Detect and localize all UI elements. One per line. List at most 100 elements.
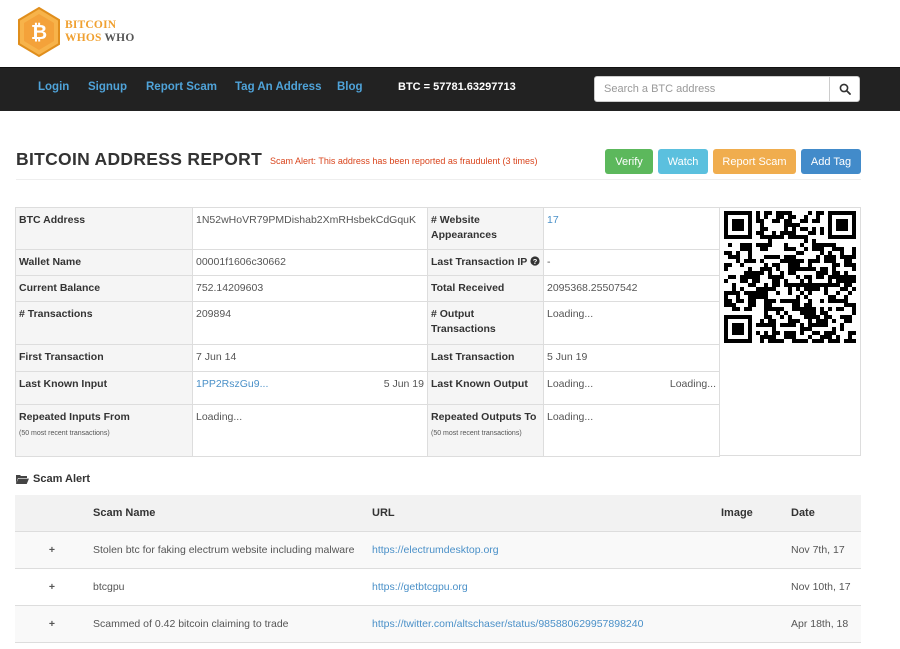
col-date: Date — [787, 495, 861, 531]
qr-module — [852, 279, 856, 283]
qr-module — [808, 279, 812, 283]
qr-module — [804, 327, 808, 331]
qr-module — [776, 275, 780, 279]
nav-tag-address[interactable]: Tag An Address — [235, 81, 321, 93]
qr-module — [748, 275, 752, 279]
qr-module — [788, 283, 792, 287]
qr-module — [808, 275, 812, 279]
qr-module — [764, 331, 768, 335]
qr-module — [808, 283, 812, 287]
qr-module — [812, 267, 816, 271]
qr-module — [796, 275, 800, 279]
qr-module — [724, 219, 728, 223]
qr-module — [828, 243, 832, 247]
last-known-input-link[interactable]: 1PP2RszGu9... — [196, 377, 268, 392]
scam-image — [717, 530, 787, 568]
repeated-inputs-title: Repeated Inputs From — [19, 411, 130, 423]
qr-module — [800, 267, 804, 271]
qr-module — [752, 291, 756, 295]
verify-button[interactable]: Verify — [605, 149, 653, 174]
last-tx-ip-value: - — [543, 249, 720, 276]
qr-module — [824, 287, 828, 291]
expand-row-button[interactable]: + — [15, 530, 89, 568]
first-transaction-label: First Transaction — [15, 344, 193, 372]
qr-module — [788, 335, 792, 339]
qr-module — [756, 243, 760, 247]
qr-module — [804, 307, 808, 311]
scam-date: Apr 18th, 18 — [787, 604, 861, 643]
qr-module — [736, 255, 740, 259]
qr-module — [836, 307, 840, 311]
qr-module — [816, 219, 820, 223]
qr-module — [772, 299, 776, 303]
qr-module — [748, 215, 752, 219]
search-button[interactable] — [829, 77, 859, 101]
help-circle-icon[interactable]: ? — [530, 256, 540, 266]
qr-module — [748, 323, 752, 327]
qr-module — [844, 223, 848, 227]
qr-module — [828, 231, 832, 235]
qr-module — [836, 211, 840, 215]
qr-module — [828, 331, 832, 335]
nav-signup[interactable]: Signup — [88, 81, 127, 93]
nav-login[interactable]: Login — [38, 81, 69, 93]
qr-module — [748, 231, 752, 235]
qr-module — [844, 275, 848, 279]
scam-url-link[interactable]: https://electrumdesktop.org — [372, 544, 499, 556]
qr-module — [828, 259, 832, 263]
qr-module — [844, 219, 848, 223]
qr-module — [792, 223, 796, 227]
scam-image — [717, 604, 787, 643]
qr-module — [800, 235, 804, 239]
expand-row-button[interactable]: + — [15, 604, 89, 643]
scam-url-link[interactable]: https://getbtcgpu.org — [372, 581, 468, 593]
qr-module — [744, 291, 748, 295]
qr-module — [848, 335, 852, 339]
qr-module — [772, 319, 776, 323]
qr-module — [788, 319, 792, 323]
qr-module — [768, 339, 772, 343]
qr-module — [788, 223, 792, 227]
qr-module — [740, 227, 744, 231]
qr-module — [740, 331, 744, 335]
qr-module — [724, 295, 728, 299]
scam-section-heading: Scam Alert — [16, 473, 90, 485]
qr-module — [776, 267, 780, 271]
qr-module — [800, 307, 804, 311]
site-logo[interactable]: ₿ Bitcoin Whos Who — [16, 6, 134, 58]
qr-module — [844, 263, 848, 267]
qr-module — [800, 243, 804, 247]
qr-module — [788, 255, 792, 259]
expand-row-button[interactable]: + — [15, 567, 89, 605]
qr-module — [784, 247, 788, 251]
qr-module — [804, 267, 808, 271]
svg-text:?: ? — [533, 257, 538, 266]
qr-module — [724, 339, 728, 343]
qr-module — [736, 251, 740, 255]
qr-module — [792, 255, 796, 259]
col-url: URL — [368, 495, 717, 531]
qr-module — [740, 339, 744, 343]
watch-button[interactable]: Watch — [658, 149, 708, 174]
qr-module — [748, 307, 752, 311]
wallet-name-label: Wallet Name — [15, 249, 193, 276]
report-scam-button[interactable]: Report Scam — [713, 149, 796, 174]
qr-module — [768, 239, 772, 243]
qr-module — [828, 227, 832, 231]
search-input[interactable] — [595, 77, 831, 101]
add-tag-button[interactable]: Add Tag — [801, 149, 861, 174]
qr-module — [748, 227, 752, 231]
qr-module — [760, 247, 764, 251]
qr-module — [804, 303, 808, 307]
qr-module — [736, 223, 740, 227]
qr-module — [772, 263, 776, 267]
qr-module — [768, 271, 772, 275]
qr-module — [804, 219, 808, 223]
nav-report-scam[interactable]: Report Scam — [146, 81, 217, 93]
website-appearances-link[interactable]: 17 — [547, 214, 559, 226]
btc-address-label: BTC Address — [15, 207, 193, 250]
qr-module — [736, 211, 740, 215]
qr-module — [740, 279, 744, 283]
nav-blog[interactable]: Blog — [337, 81, 363, 93]
scam-url-link[interactable]: https://twitter.com/altschaser/status/98… — [372, 618, 643, 630]
